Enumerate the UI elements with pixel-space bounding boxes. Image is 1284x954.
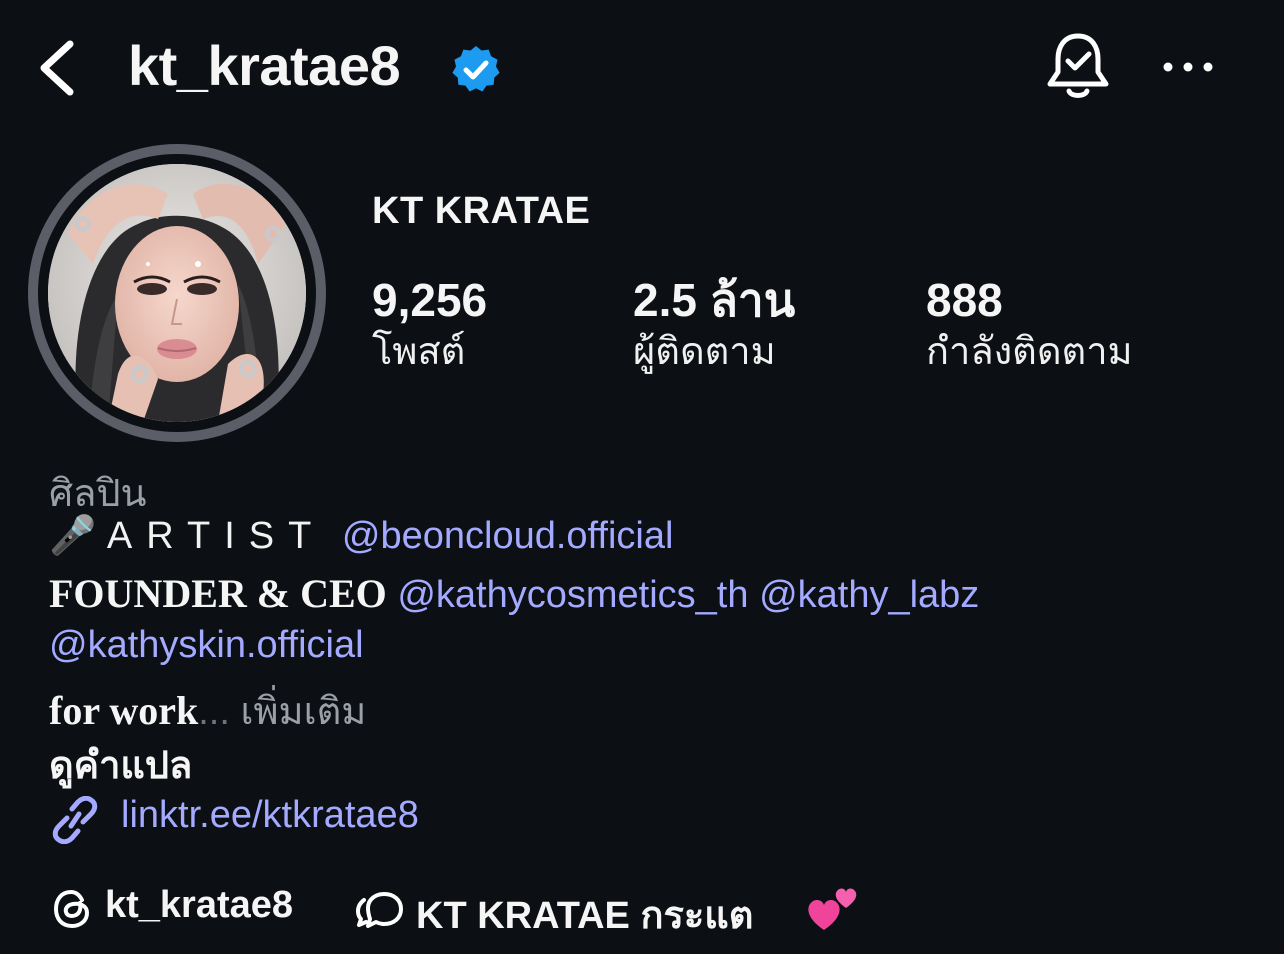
chat-bubble-icon bbox=[356, 892, 403, 928]
posts-count: 9,256 bbox=[372, 274, 488, 326]
display-name: KT KRATAE bbox=[372, 190, 591, 232]
followers-count-stat[interactable]: 2.5 ล้าน ผู้ติดตาม bbox=[633, 272, 795, 376]
founder-text: FOUNDER & CEO bbox=[49, 571, 387, 616]
mention-kathyskin[interactable]: @kathyskin.official bbox=[49, 624, 364, 666]
profile-avatar[interactable] bbox=[48, 164, 306, 422]
following-count-stat[interactable]: 888 กำลังติดตาม bbox=[926, 272, 1133, 376]
microphone-emoji: 🎤 bbox=[49, 515, 97, 557]
translate-label: ดูคำแปล bbox=[49, 745, 193, 787]
more-options-icon bbox=[1163, 62, 1213, 72]
work-text: for work bbox=[49, 688, 199, 733]
bio-line-skin: @kathyskin.official bbox=[49, 624, 364, 667]
chevron-left-icon bbox=[40, 40, 74, 96]
bio-line-artist: 🎤 ARTIST @beoncloud.official bbox=[49, 514, 673, 558]
following-count: 888 bbox=[926, 274, 1003, 326]
bio-line-work: for work... เพิ่มเติม bbox=[49, 680, 366, 741]
mention-kathy-labz[interactable]: @kathy_labz bbox=[759, 574, 979, 616]
followers-count: 2.5 ล้าน bbox=[633, 274, 796, 326]
two-hearts-emoji bbox=[808, 888, 857, 930]
translate-link[interactable]: ดูคำแปล bbox=[49, 734, 192, 795]
artist-word: ARTIST bbox=[106, 515, 326, 557]
notification-bell-check-icon bbox=[1047, 33, 1109, 98]
posts-label: โพสต์ bbox=[372, 331, 466, 373]
following-label: กำลังติดตาม bbox=[926, 331, 1133, 373]
bio-more-link[interactable]: เพิ่มเติม bbox=[241, 691, 367, 733]
bio-line-founder: FOUNDER & CEO @kathycosmetics_th @kathy_… bbox=[49, 570, 979, 617]
profile-username: kt_kratae8 bbox=[128, 34, 401, 97]
mention-kathycosmetics[interactable]: @kathycosmetics_th bbox=[397, 574, 748, 616]
mention-beoncloud[interactable]: @beoncloud.official bbox=[342, 515, 674, 557]
profile-photo bbox=[48, 164, 306, 422]
more-options-button[interactable] bbox=[1156, 50, 1220, 84]
threads-handle: kt_kratae8 bbox=[105, 884, 294, 926]
channel-name: KT KRATAE กระแต bbox=[416, 895, 754, 937]
threads-icon bbox=[53, 889, 90, 929]
followers-label: ผู้ติดตาม bbox=[633, 331, 776, 373]
link-icon bbox=[52, 796, 98, 844]
posts-count-stat[interactable]: 9,256 โพสต์ bbox=[372, 272, 487, 376]
link-text: linktr.ee/ktkratae8 bbox=[121, 794, 419, 836]
notifications-button[interactable] bbox=[1040, 28, 1116, 104]
back-button[interactable] bbox=[30, 32, 86, 102]
bio-ellipsis: ... bbox=[198, 691, 230, 733]
verified-badge-icon bbox=[452, 46, 500, 92]
